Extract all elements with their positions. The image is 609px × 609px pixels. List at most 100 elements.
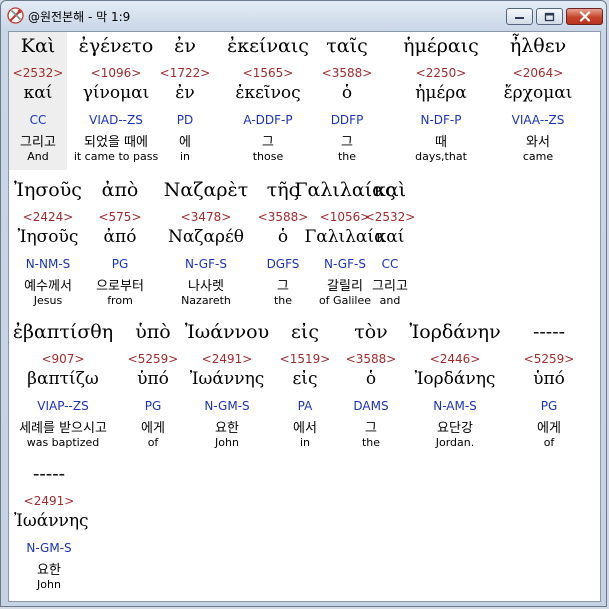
parse-code: PD [176, 113, 194, 127]
word-card[interactable]: ἐβαπτίσθη <907> βαπτίζω VIAP--ZS 세례를 받으시고 was… [9, 318, 117, 456]
word-card[interactable]: Ἰησοῦς <2424> Ἰησοῦς N-NM-S 예수께서 Jesus [9, 176, 87, 314]
parse-code: VIAA--ZS [511, 113, 565, 127]
english-gloss: was baptized [26, 436, 100, 449]
word-card[interactable]: εἰς <1519> εἰς PA 에서 in [273, 318, 337, 456]
greek-word: ἀπὸ [101, 179, 139, 201]
minimize-button[interactable] [506, 8, 533, 25]
english-gloss: John [215, 436, 239, 449]
lexical-form: ἐν [175, 83, 195, 103]
english-gloss: the [361, 436, 381, 449]
lexical-form: Ναζαρέθ [167, 227, 245, 247]
lexical-form: ὑπό [533, 369, 565, 389]
parse-code: N-GM-S [204, 399, 250, 413]
window-title: @원전본해 - 막 1:9 [28, 10, 131, 24]
title-bar[interactable]: @원전본해 - 막 1:9 [1, 1, 606, 31]
app-tools-icon [7, 7, 24, 24]
word-card[interactable]: Ἰωάννου <2491> Ἰωάννης N-GM-S 요한 John [179, 318, 275, 456]
strongs-number: <5259> [523, 352, 575, 366]
word-card[interactable]: ἐκείναις <1565> ἐκεῖνος A-DDF-P 그 those [224, 32, 312, 170]
korean-gloss: 그 [341, 135, 353, 150]
english-gloss: Nazareth [181, 294, 231, 307]
strongs-number: <907> [41, 352, 85, 366]
word-card[interactable]: τὸν <3588> ὁ DAMS 그 the [333, 318, 409, 456]
greek-word: ἐγένετο [78, 35, 154, 57]
korean-gloss: 요한 [215, 421, 239, 436]
korean-gloss: 그리고 [372, 279, 408, 294]
lexical-form: ἔρχομαι [503, 83, 573, 103]
strongs-number: <2491> [23, 494, 75, 508]
korean-gloss: 으로부터 [96, 279, 144, 294]
word-card[interactable]: καὶ <2532> καί CC 그리고 and [363, 176, 417, 314]
strongs-number: <1096> [90, 66, 142, 80]
close-icon [579, 11, 590, 22]
strongs-number: <2424> [22, 210, 74, 224]
korean-gloss: 때 [435, 135, 447, 150]
korean-gloss: 와서 [526, 135, 550, 150]
word-card[interactable]: Ναζαρὲτ <3478> Ναζαρέθ N-GF-S 나사렛 Nazareth [155, 176, 257, 314]
english-gloss: in [179, 150, 191, 163]
strongs-number: <2446> [429, 352, 481, 366]
parse-code: DDFP [330, 113, 364, 127]
strongs-number: <575> [98, 210, 142, 224]
parse-code: N-GF-S [185, 257, 227, 271]
greek-word: ἐβαπτίσθη [12, 321, 114, 343]
lexical-form: ἐκεῖνος [235, 83, 301, 103]
strongs-number: <2532> [364, 210, 416, 224]
close-button[interactable] [566, 8, 603, 25]
korean-gloss: 세례를 받으시고 [19, 421, 107, 436]
greek-word: εἰς [291, 321, 319, 343]
greek-word: Ἰορδάνην [409, 321, 501, 343]
korean-gloss: 에서 [293, 421, 317, 436]
lexical-form: γίνομαι [82, 83, 150, 103]
korean-gloss: 에 [179, 135, 191, 150]
greek-word: τὸν [354, 321, 388, 343]
parse-code: N-NM-S [25, 257, 71, 271]
greek-word: ----- [532, 321, 566, 343]
lexical-form: ἀπό [103, 227, 137, 247]
greek-word: Ἰησοῦς [14, 179, 82, 201]
maximize-button[interactable] [536, 8, 563, 25]
strongs-number: <3588> [345, 352, 397, 366]
korean-gloss: 그리고 [20, 135, 56, 150]
word-card[interactable]: ταῖς <3588> ὁ DDFP 그 the [312, 32, 382, 170]
lexical-form: ὁ [341, 83, 353, 103]
parse-code: N-GM-S [26, 541, 72, 555]
parse-code: N-DF-P [420, 113, 462, 127]
word-card[interactable]: ----- <2491> Ἰωάννης N-GM-S 요한 John [14, 460, 89, 598]
strongs-number: <3588> [321, 66, 373, 80]
greek-word: Ἰωάννου [184, 321, 270, 343]
korean-gloss: 그 [262, 135, 274, 150]
lexical-form: Ἰησοῦς [17, 227, 79, 247]
english-gloss: the [337, 150, 357, 163]
maximize-icon [544, 12, 555, 21]
word-card[interactable]: ἦλθεν <2064> ἔρχομαι VIAA--ZS 와서 came [482, 32, 594, 170]
word-card[interactable]: ἐγένετο <1096> γίνομαι VIAD--ZS 되었을 때에 it cam… [71, 32, 161, 170]
strongs-number: <2532> [12, 66, 64, 80]
english-gloss: came [522, 150, 554, 163]
strongs-number: <2491> [201, 352, 253, 366]
parse-code: VIAD--ZS [89, 113, 143, 127]
english-gloss: from [107, 294, 133, 307]
greek-word: ἐκείναις [227, 35, 309, 57]
strongs-number: <1722> [159, 66, 211, 80]
korean-gloss: 그 [365, 421, 377, 436]
parse-code: VIAP--ZS [37, 399, 89, 413]
lexical-form: Ἰωάννης [14, 511, 89, 531]
korean-gloss: 나사렛 [188, 279, 224, 294]
strongs-number: <2064> [512, 66, 564, 80]
strongs-number: <1565> [242, 66, 294, 80]
parse-code: PG [111, 257, 129, 271]
interlinear-panel[interactable]: Καὶ <2532> καί CC 그리고 And ἐγένετο <1096> γίνομαι… [8, 31, 601, 602]
word-card[interactable]: ----- <5259> ὑπό PG 에게 of [509, 318, 589, 456]
word-card[interactable]: ἐν <1722> ἐν PD 에 in [155, 32, 215, 170]
word-card[interactable]: Ἰορδάνην <2446> Ἰορδάνης N-AM-S 요단강 Jordan. [403, 318, 507, 456]
word-card[interactable]: ἀπὸ <575> ἀπό PG 으로부터 from [83, 176, 157, 314]
lexical-form: εἰς [292, 369, 318, 389]
strongs-number: <3478> [180, 210, 232, 224]
word-card[interactable]: Καὶ <2532> καί CC 그리고 And [9, 32, 67, 170]
greek-word: ----- [32, 463, 66, 485]
parse-code: DAMS [353, 399, 389, 413]
korean-gloss: 요단강 [437, 421, 473, 436]
word-card[interactable]: ἡμέραις <2250> ἡμέρα N-DF-P 때 days,that [399, 32, 483, 170]
english-gloss: Jordan. [435, 436, 475, 449]
